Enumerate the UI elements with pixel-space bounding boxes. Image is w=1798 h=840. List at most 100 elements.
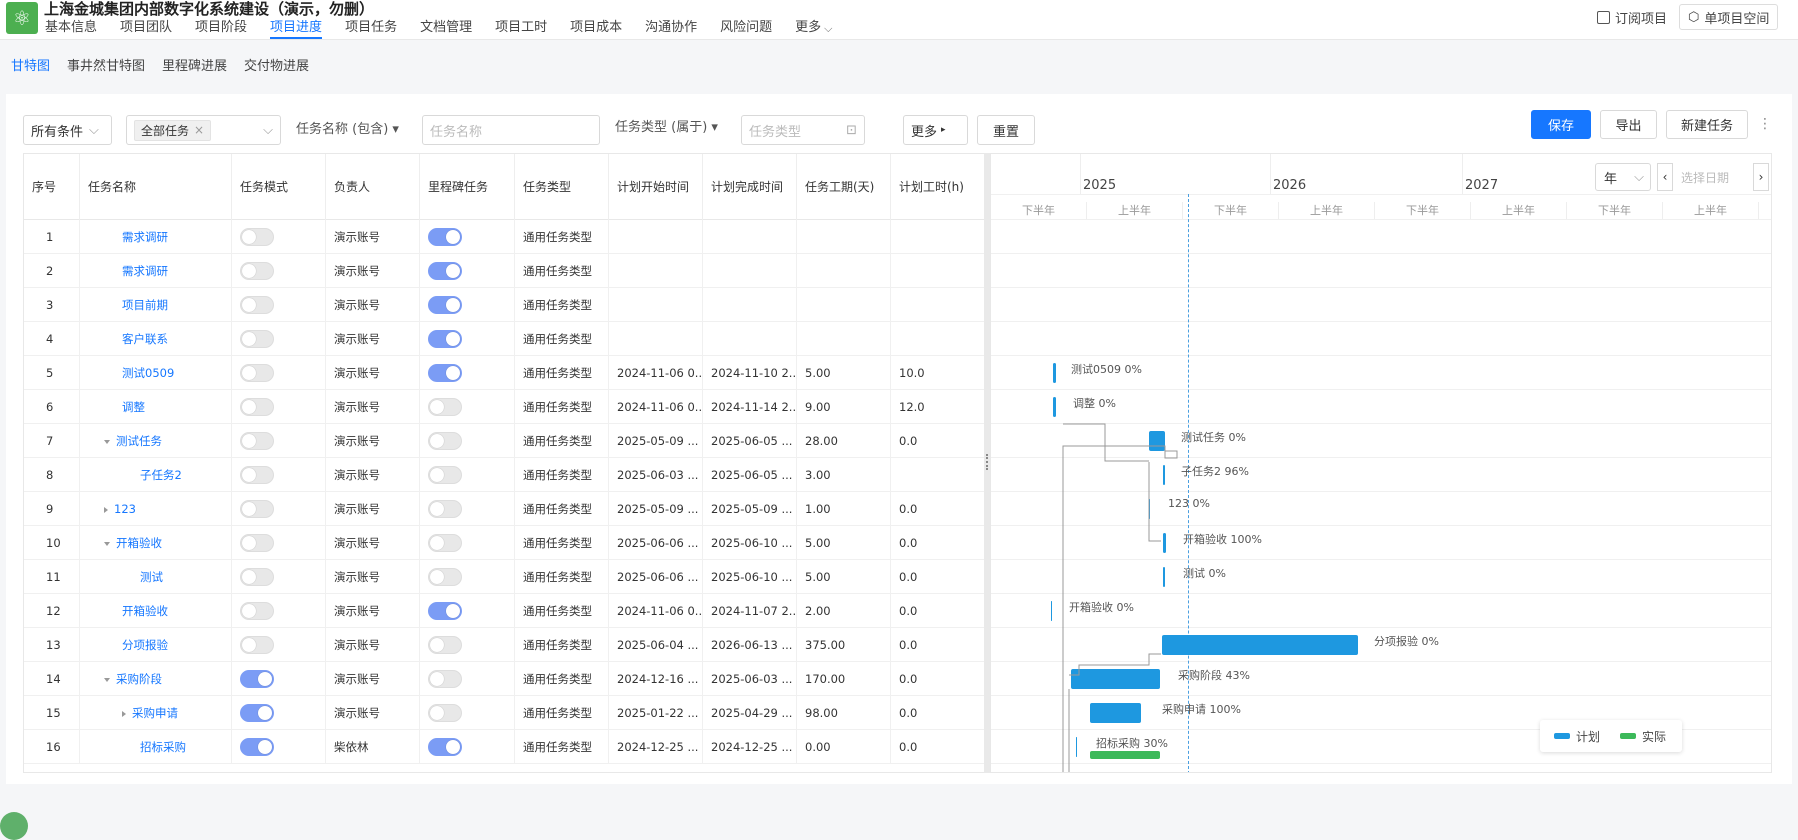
- milestone-toggle[interactable]: [428, 330, 462, 348]
- milestone-toggle[interactable]: [428, 296, 462, 314]
- assistant-float-button[interactable]: [0, 812, 28, 840]
- task-name-link[interactable]: 采购阶段: [116, 672, 162, 686]
- single-project-space-button[interactable]: ⬡ 单项目空间: [1679, 4, 1779, 30]
- close-icon[interactable]: ×: [194, 123, 204, 137]
- table-row[interactable]: 11 测试 演示账号 通用任务类型 2025-06-06 ... 2025-06-10 .…: [24, 560, 988, 594]
- subscribe-button[interactable]: 订阅项目: [1589, 4, 1675, 30]
- nav-tab-more[interactable]: 更多: [795, 19, 821, 39]
- task-mode-toggle[interactable]: [240, 228, 274, 246]
- reset-button[interactable]: 重置: [977, 115, 1035, 145]
- task-name-link[interactable]: 子任务2: [140, 468, 182, 482]
- save-button[interactable]: 保存: [1531, 110, 1591, 139]
- milestone-toggle[interactable]: [428, 364, 462, 382]
- nav-tab-3[interactable]: 项目进度: [270, 19, 323, 39]
- milestone-toggle[interactable]: [428, 670, 462, 688]
- milestone-toggle[interactable]: [428, 432, 462, 450]
- milestone-toggle[interactable]: [428, 738, 462, 756]
- nav-tab-5[interactable]: 文档管理: [420, 19, 472, 39]
- nav-tab-8[interactable]: 沟通协作: [645, 19, 697, 39]
- task-name-link[interactable]: 123: [114, 502, 136, 516]
- task-name-link[interactable]: 分项报验: [122, 638, 168, 652]
- task-name-link[interactable]: 调整: [122, 400, 145, 414]
- task-mode-toggle[interactable]: [240, 398, 274, 416]
- task-mode-toggle[interactable]: [240, 636, 274, 654]
- task-name-cell[interactable]: 测试0509: [80, 356, 232, 390]
- nav-tab-0[interactable]: 基本信息: [45, 19, 97, 39]
- subtab-1[interactable]: 事井然甘特图: [67, 55, 145, 74]
- nav-tab-2[interactable]: 项目阶段: [195, 19, 247, 39]
- task-mode-toggle[interactable]: [240, 296, 274, 314]
- table-row[interactable]: 15 采购申请 演示账号 通用任务类型 2025-01-22 ... 2025-04-29…: [24, 696, 988, 730]
- task-name-cell[interactable]: 测试任务: [80, 424, 232, 458]
- task-name-link[interactable]: 开箱验收: [122, 604, 168, 618]
- task-mode-toggle[interactable]: [240, 364, 274, 382]
- task-mode-toggle[interactable]: [240, 738, 274, 756]
- more-filters-button[interactable]: 更多 ▸: [903, 115, 968, 145]
- subtab-2[interactable]: 里程碑进展: [162, 55, 227, 74]
- task-scope-select[interactable]: 全部任务 × ⌵: [126, 115, 281, 145]
- task-name-cell[interactable]: 客户联系: [80, 322, 232, 356]
- task-mode-toggle[interactable]: [240, 500, 274, 518]
- export-button[interactable]: 导出: [1600, 110, 1657, 139]
- task-mode-toggle[interactable]: [240, 670, 274, 688]
- milestone-toggle[interactable]: [428, 228, 462, 246]
- task-name-cell[interactable]: 采购阶段: [80, 662, 232, 696]
- task-name-link[interactable]: 招标采购: [140, 740, 186, 754]
- collapse-icon[interactable]: [104, 677, 110, 682]
- task-name-cell[interactable]: 测试: [80, 560, 232, 594]
- all-conditions-select[interactable]: 所有条件 ⌵: [23, 115, 112, 145]
- task-name-cell[interactable]: 采购申请: [80, 696, 232, 730]
- collapse-icon[interactable]: [104, 439, 110, 444]
- nav-tab-4[interactable]: 项目任务: [345, 19, 397, 39]
- table-row[interactable]: 3 项目前期 演示账号 通用任务类型: [24, 288, 988, 322]
- task-mode-toggle[interactable]: [240, 534, 274, 552]
- table-row[interactable]: 5 测试0509 演示账号 通用任务类型 2024-11-06 0... 2024-11-…: [24, 356, 988, 390]
- table-row[interactable]: 4 客户联系 演示账号 通用任务类型: [24, 322, 988, 356]
- nav-tab-1[interactable]: 项目团队: [120, 19, 172, 39]
- milestone-toggle[interactable]: [428, 704, 462, 722]
- nav-tab-9[interactable]: 风险问题: [720, 19, 772, 39]
- expand-icon[interactable]: [104, 506, 108, 513]
- task-mode-toggle[interactable]: [240, 704, 274, 722]
- table-row[interactable]: 9 123 演示账号 通用任务类型 2025-05-09 ... 2025-05-09 .…: [24, 492, 988, 526]
- task-name-cell[interactable]: 子任务2: [80, 458, 232, 492]
- task-name-link[interactable]: 开箱验收: [116, 536, 162, 550]
- task-name-cell[interactable]: 需求调研: [80, 220, 232, 254]
- task-name-cell[interactable]: 分项报验: [80, 628, 232, 662]
- milestone-toggle[interactable]: [428, 262, 462, 280]
- task-mode-toggle[interactable]: [240, 568, 274, 586]
- task-mode-toggle[interactable]: [240, 330, 274, 348]
- subtab-0[interactable]: 甘特图: [11, 55, 50, 74]
- task-name-cell[interactable]: 招标采购: [80, 730, 232, 764]
- table-row[interactable]: 13 分项报验 演示账号 通用任务类型 2025-06-04 ... 2026-06-13…: [24, 628, 988, 662]
- task-mode-toggle[interactable]: [240, 466, 274, 484]
- task-mode-toggle[interactable]: [240, 262, 274, 280]
- table-row[interactable]: 6 调整 演示账号 通用任务类型 2024-11-06 0... 2024-11-14 2…: [24, 390, 988, 424]
- task-name-link[interactable]: 客户联系: [122, 332, 168, 346]
- task-name-cell[interactable]: 调整: [80, 390, 232, 424]
- table-row[interactable]: 10 开箱验收 演示账号 通用任务类型 2025-06-06 ... 2025-06-10…: [24, 526, 988, 560]
- splitter-handle-icon[interactable]: [986, 454, 988, 470]
- task-name-filter-label[interactable]: 任务名称 (包含) ▾: [296, 115, 399, 145]
- collapse-icon[interactable]: [104, 541, 110, 546]
- table-row[interactable]: 2 需求调研 演示账号 通用任务类型: [24, 254, 988, 288]
- milestone-toggle[interactable]: [428, 636, 462, 654]
- task-name-cell[interactable]: 开箱验收: [80, 594, 232, 628]
- task-name-link[interactable]: 测试任务: [116, 434, 162, 448]
- task-name-input[interactable]: 任务名称: [422, 115, 600, 145]
- task-name-cell[interactable]: 需求调研: [80, 254, 232, 288]
- task-mode-toggle[interactable]: [240, 602, 274, 620]
- task-name-link[interactable]: 需求调研: [122, 264, 168, 278]
- task-name-cell[interactable]: 开箱验收: [80, 526, 232, 560]
- nav-tab-6[interactable]: 项目工时: [495, 19, 547, 39]
- milestone-toggle[interactable]: [428, 500, 462, 518]
- task-name-link[interactable]: 测试: [140, 570, 163, 584]
- milestone-toggle[interactable]: [428, 466, 462, 484]
- milestone-toggle[interactable]: [428, 534, 462, 552]
- task-mode-toggle[interactable]: [240, 432, 274, 450]
- table-row[interactable]: 16 招标采购 柴依林 通用任务类型 2024-12-25 ... 2024-12-25 …: [24, 730, 988, 764]
- task-name-cell[interactable]: 123: [80, 492, 232, 526]
- expand-icon[interactable]: [122, 710, 126, 717]
- milestone-toggle[interactable]: [428, 398, 462, 416]
- nav-tab-7[interactable]: 项目成本: [570, 19, 622, 39]
